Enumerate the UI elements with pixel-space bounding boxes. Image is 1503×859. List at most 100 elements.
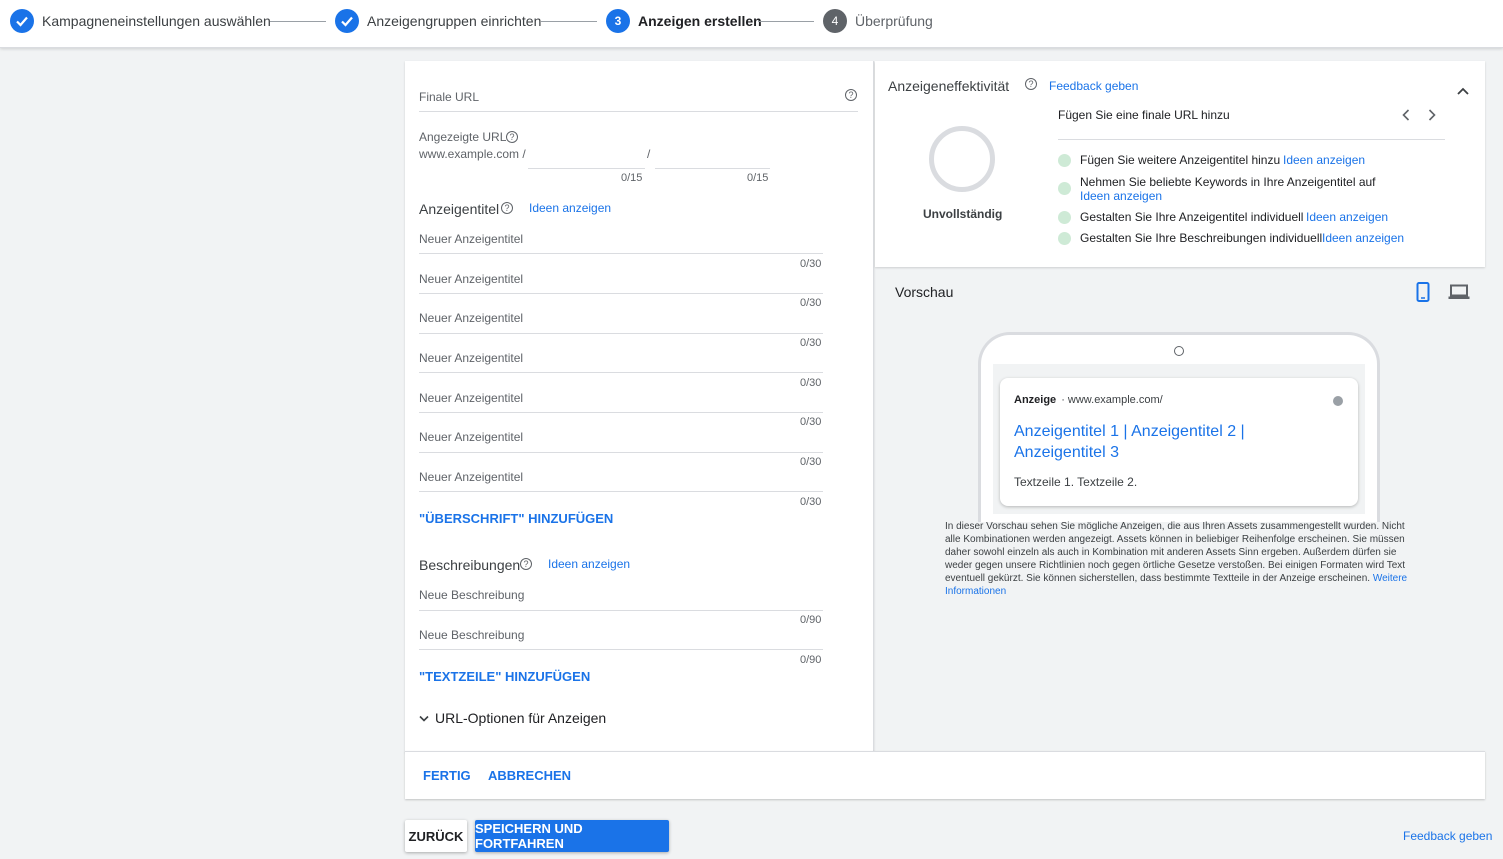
chevron-down-icon [419,710,429,726]
path2-input[interactable] [655,140,770,168]
description-input[interactable]: Neue Beschreibung [419,628,524,642]
ideas-link[interactable]: Ideen anzeigen [1306,210,1388,224]
char-counter: 0/15 [747,172,769,184]
char-counter: 0/30 [800,297,822,309]
ideas-link[interactable]: Ideen anzeigen [1080,189,1162,203]
info-icon [1333,396,1343,406]
status-dot [1058,232,1071,245]
status-dot [1058,211,1071,224]
ad-meta: Anzeige · www.example.com/ [1014,394,1163,406]
field-underline [419,111,858,112]
headlines-title: Anzeigentitel [419,201,500,217]
cancel-button[interactable]: ABBRECHEN [488,768,571,783]
help-icon[interactable]: ? [506,131,518,143]
field-underline [655,168,770,169]
step-label: Anzeigen erstellen [638,13,762,29]
path1-input[interactable] [528,140,645,168]
progress-stepper: Kampagneneinstellungen auswählen Anzeige… [0,0,1503,48]
field-underline [419,491,823,492]
step-connector [270,21,326,22]
effectiveness-item: Gestalten Sie Ihre Anzeigentitel individ… [1080,210,1304,224]
status-dot [1058,154,1071,167]
step-create-ads[interactable]: 3 Anzeigen erstellen [606,8,762,34]
ideas-link[interactable]: Ideen anzeigen [1322,231,1404,245]
check-icon [335,9,359,33]
char-counter: 0/30 [800,456,822,468]
step-label: Kampagneneinstellungen auswählen [42,13,271,29]
chevron-left-icon[interactable] [1402,108,1410,126]
headline-input[interactable]: Neuer Anzeigentitel [419,232,523,246]
divider [1058,139,1445,140]
char-counter: 0/30 [800,416,822,428]
display-url-prefix: www.example.com / [419,147,526,161]
ad-url: · www.example.com/ [1061,394,1163,406]
status-dot [1058,182,1071,195]
effectiveness-ring [929,126,995,192]
ad-headline: Anzeigentitel 1 | Anzeigentitel 2 | Anze… [1014,423,1245,461]
ad-label: Anzeige [1014,394,1057,406]
char-counter: 0/30 [800,258,822,270]
feedback-link[interactable]: Feedback geben [1049,79,1138,93]
field-underline [419,333,823,334]
field-underline [419,452,823,453]
chevron-right-icon[interactable] [1428,108,1436,126]
headline-input[interactable]: Neuer Anzeigentitel [419,351,523,365]
headline-ideas-link[interactable]: Ideen anzeigen [529,201,611,215]
step-connector [758,21,814,22]
char-counter: 0/30 [800,496,822,508]
add-description-button[interactable]: "TEXTZEILE" HINZUFÜGEN [419,669,590,684]
effectiveness-item: Nehmen Sie beliebte Keywords in Ihre Anz… [1080,175,1376,189]
path-separator: / [647,147,651,161]
desktop-icon[interactable] [1448,284,1470,305]
effectiveness-item: Gestalten Sie Ihre Beschreibungen indivi… [1080,231,1323,245]
help-icon[interactable]: ? [501,202,513,214]
help-icon[interactable]: ? [1025,78,1037,90]
display-url-label: Angezeigte URL [419,130,507,144]
field-underline [419,372,823,373]
url-options-toggle[interactable]: URL-Optionen für Anzeigen [419,710,606,726]
char-counter: 0/90 [800,614,822,626]
field-underline [419,293,823,294]
url-options-label: URL-Optionen für Anzeigen [435,710,607,726]
mobile-icon[interactable] [1416,282,1430,307]
char-counter: 0/30 [800,337,822,349]
step-label: Anzeigengruppen einrichten [367,13,542,29]
save-continue-button[interactable]: SPEICHERN UND FORTFAHREN [475,820,669,852]
field-underline [419,253,823,254]
char-counter: 0/90 [800,654,822,666]
chevron-up-icon[interactable] [1457,82,1469,100]
field-underline [528,168,645,169]
preview-title: Vorschau [895,284,954,300]
headline-input[interactable]: Neuer Anzeigentitel [419,311,523,325]
field-underline [419,649,823,650]
feedback-link-footer[interactable]: Feedback geben [1403,829,1492,843]
effectiveness-item: Fügen Sie weitere Anzeigentitel hinzu [1080,153,1281,167]
phone-camera [1174,346,1184,356]
headline-input[interactable]: Neuer Anzeigentitel [419,430,523,444]
help-icon[interactable]: ? [520,558,532,570]
step-review[interactable]: 4 Überprüfung [823,8,933,34]
step-campaign-settings[interactable]: Kampagneneinstellungen auswählen [10,8,271,34]
final-url-input[interactable]: Finale URL [419,90,479,104]
check-icon [10,9,34,33]
description-ideas-link[interactable]: Ideen anzeigen [548,557,630,571]
descriptions-title: Beschreibungen [419,557,521,573]
field-underline [419,610,823,611]
back-button[interactable]: ZURÜCK [405,820,467,852]
char-counter: 0/15 [621,172,643,184]
step-number: 3 [606,9,630,33]
effectiveness-status: Unvollständig [923,207,1003,221]
description-input[interactable]: Neue Beschreibung [419,588,524,602]
done-button[interactable]: FERTIG [423,768,471,783]
help-icon[interactable]: ? [845,89,857,101]
effectiveness-tip: Fügen Sie eine finale URL hinzu [1058,108,1230,122]
headline-input[interactable]: Neuer Anzeigentitel [419,391,523,405]
headline-input[interactable]: Neuer Anzeigentitel [419,272,523,286]
add-headline-button[interactable]: "ÜBERSCHRIFT" HINZUFÜGEN [419,511,613,526]
headline-input[interactable]: Neuer Anzeigentitel [419,470,523,484]
step-ad-groups[interactable]: Anzeigengruppen einrichten [335,8,541,34]
step-number: 4 [823,9,847,33]
ideas-link[interactable]: Ideen anzeigen [1283,153,1365,167]
disclaimer-text: In dieser Vorschau sehen Sie mögliche An… [945,521,1406,584]
preview-disclaimer: In dieser Vorschau sehen Sie mögliche An… [945,520,1415,598]
